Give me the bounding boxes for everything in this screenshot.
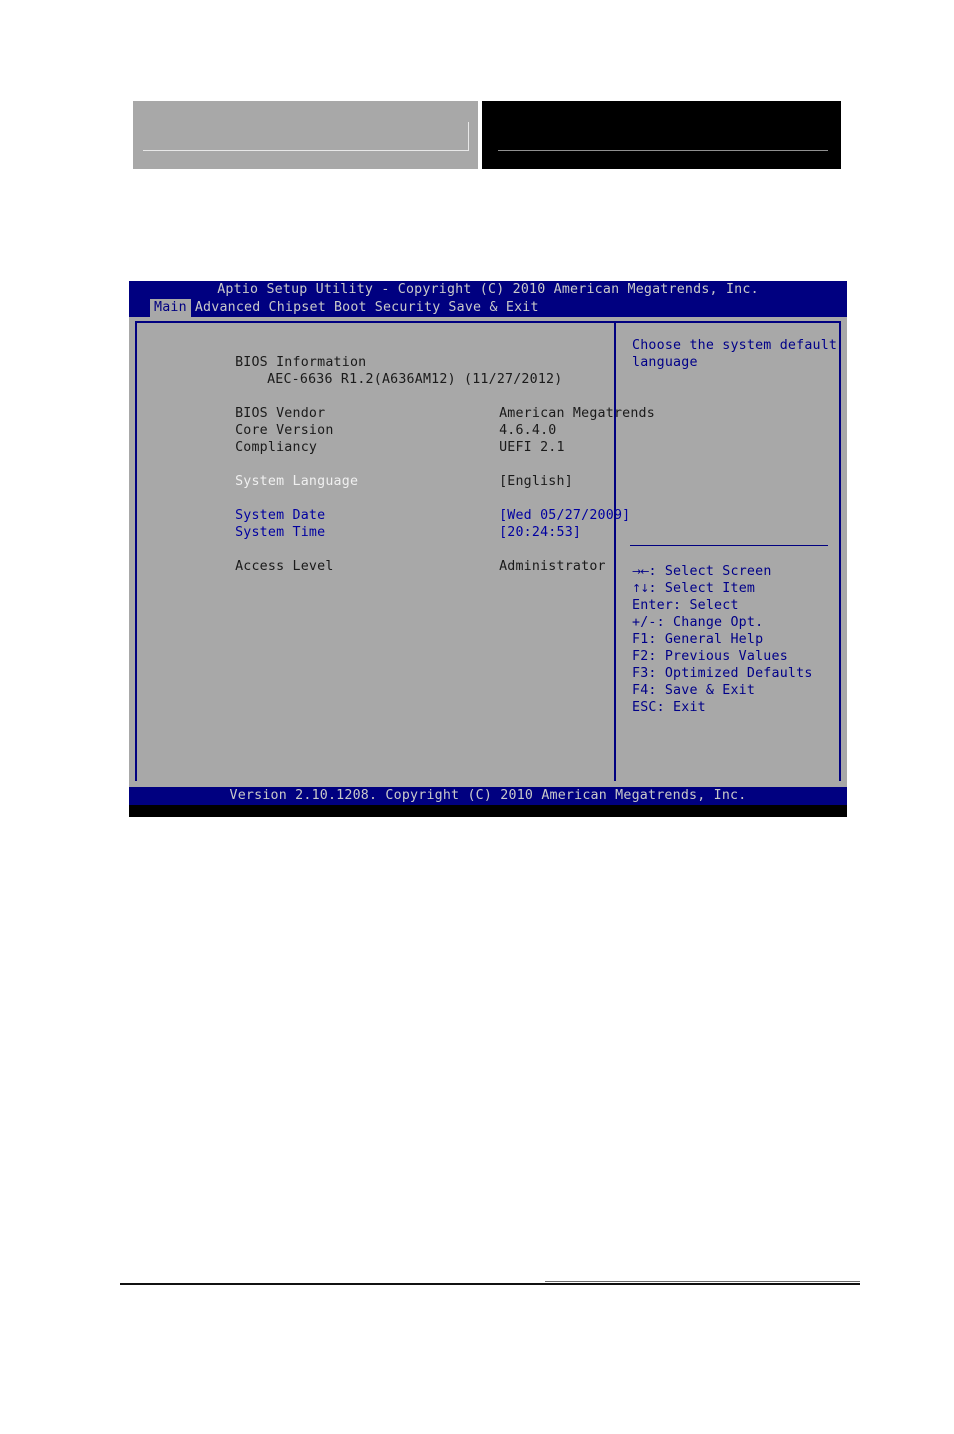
access-level-row: Access Level Administrator xyxy=(153,541,614,574)
header-block-black xyxy=(482,101,841,169)
bios-information-heading: BIOS Information xyxy=(153,337,614,370)
tab-chipset[interactable]: Chipset xyxy=(264,299,329,317)
tab-boot[interactable]: Boot xyxy=(330,299,371,317)
system-time-label: System Time xyxy=(235,525,326,540)
compliancy-value: UEFI 2.1 xyxy=(499,440,565,455)
page-bottom-rule xyxy=(120,1283,860,1285)
page-bottom-rule-thin xyxy=(545,1281,860,1282)
bios-version-value: AEC-6636 R1.2(A636AM12) (11/27/2012) xyxy=(267,372,563,387)
header-gray-rule-vertical xyxy=(468,122,469,151)
key-previous-values: F2: Previous Values xyxy=(632,649,788,664)
system-time-row[interactable]: System Time [20:24:53] xyxy=(153,507,614,540)
key-change-opt: +/-: Change Opt. xyxy=(632,615,764,630)
key-save-exit: F4: Save & Exit xyxy=(632,683,756,698)
tab-advanced[interactable]: Advanced xyxy=(191,299,265,317)
system-language-label: System Language xyxy=(235,474,359,489)
key-select-item-label: : Select Item xyxy=(648,581,756,596)
bios-body: BIOS Information AEC-6636 R1.2(A636AM12)… xyxy=(129,317,847,797)
bios-main-pane: BIOS Information AEC-6636 R1.2(A636AM12)… xyxy=(137,323,655,783)
access-level-value: Administrator xyxy=(499,559,606,574)
bios-tab-bar[interactable]: Main Advanced Chipset Boot Security Save & Ex… xyxy=(129,299,847,317)
core-version-row: Core Version 4.6.4.0 xyxy=(153,405,614,438)
key-enter-select: Enter: Select xyxy=(632,598,739,613)
bios-panel-frame: BIOS Information AEC-6636 R1.2(A636AM12)… xyxy=(135,321,841,785)
arrow-up-down-icon: ↑↓ xyxy=(632,582,649,595)
system-date-row[interactable]: System Date [Wed 05/27/2009] xyxy=(153,490,630,523)
bios-help-pane: Choose the system default language →←: S… xyxy=(616,323,839,783)
bios-version-row: AEC-6636 R1.2(A636AM12) (11/27/2012) xyxy=(153,354,614,387)
header-block-gray xyxy=(133,101,478,169)
arrow-left-right-icon: →← xyxy=(632,565,649,578)
system-language-row[interactable]: System Language [English] xyxy=(153,456,614,489)
key-general-help: F1: General Help xyxy=(632,632,764,647)
system-language-value[interactable]: [English] xyxy=(499,474,573,489)
compliancy-row: Compliancy UEFI 2.1 xyxy=(153,422,614,455)
key-legend: →←: Select Screen ↑↓: Select Item Enter:… xyxy=(632,563,813,716)
bios-setup-window: Aptio Setup Utility - Copyright (C) 2010… xyxy=(129,281,847,817)
page-header-graphics xyxy=(133,101,841,169)
header-black-rule xyxy=(498,150,828,151)
key-select-screen-label: : Select Screen xyxy=(648,564,772,579)
bios-bottom-strip xyxy=(129,805,847,817)
access-level-label: Access Level xyxy=(235,559,334,574)
bios-title: Aptio Setup Utility - Copyright (C) 2010… xyxy=(129,281,847,299)
header-gray-rule xyxy=(143,150,469,151)
tab-security[interactable]: Security xyxy=(371,299,445,317)
help-text-line-2: language xyxy=(632,355,698,370)
key-select-screen: →←: Select Screen xyxy=(632,563,813,580)
key-esc-exit: ESC: Exit xyxy=(632,700,706,715)
bios-version-footer: Version 2.10.1208. Copyright (C) 2010 Am… xyxy=(129,787,847,805)
system-time-value[interactable]: [20:24:53] xyxy=(499,525,581,540)
help-text-line-1: Choose the system default xyxy=(632,338,838,353)
tab-main[interactable]: Main xyxy=(150,299,191,317)
tab-save-exit[interactable]: Save & Exit xyxy=(444,299,542,317)
compliancy-label: Compliancy xyxy=(235,440,318,455)
key-select-item: ↑↓: Select Item xyxy=(632,580,813,597)
key-optimized-defaults: F3: Optimized Defaults xyxy=(632,666,813,681)
bios-vendor-row: BIOS Vendor American Megatrends xyxy=(153,388,655,421)
help-separator xyxy=(630,545,828,546)
